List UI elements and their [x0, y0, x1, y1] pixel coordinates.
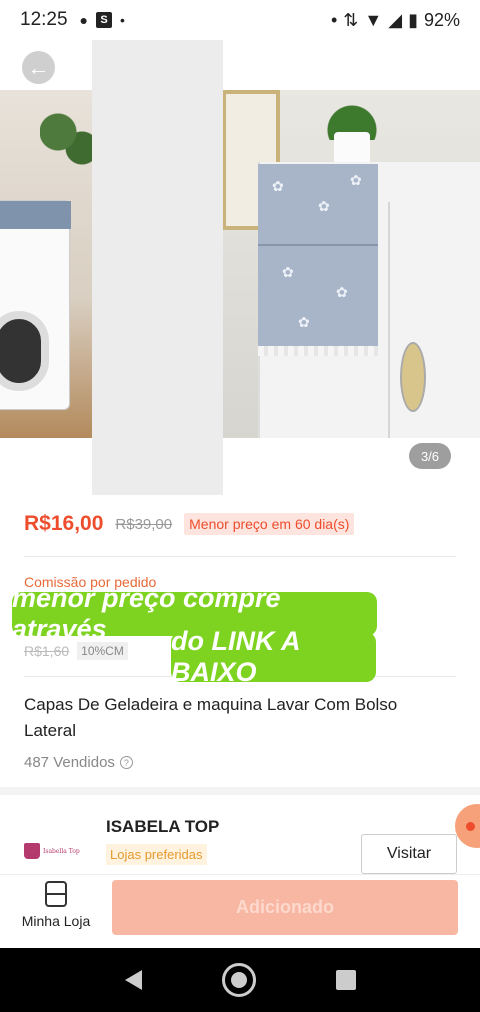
sold-count-row: 487 Vendidos ? — [24, 754, 133, 771]
commission-value: R$1,60 — [24, 643, 70, 659]
signal-icon: ◢ — [388, 9, 403, 30]
nav-recents-icon[interactable] — [335, 970, 356, 990]
system-nav-bar — [0, 948, 480, 1012]
current-price: R$16,00 — [24, 512, 104, 535]
flower-icon: ✿ — [298, 314, 310, 330]
battery-icon: ▮ — [408, 9, 418, 30]
notification-icons: ● S • — [80, 12, 125, 28]
original-price: R$39,00 — [115, 515, 173, 533]
store-icon — [45, 881, 67, 907]
wifi-icon: ▼ — [364, 9, 383, 30]
chat-bubble-icon: ● — [79, 12, 89, 28]
shop-name[interactable]: ISABELA TOP — [106, 817, 219, 837]
flower-icon: ✿ — [350, 172, 362, 188]
gift-bag-icon — [24, 843, 40, 859]
washer-image — [0, 200, 71, 410]
washer-cover — [0, 201, 71, 229]
image-page-indicator: 3/6 — [409, 443, 451, 469]
shopping-bag-icon: S — [96, 12, 113, 28]
visit-shop-button[interactable]: Visitar — [361, 834, 457, 874]
lowest-price-badge: Menor preço em 60 dia(s) — [184, 513, 355, 535]
product-title: Capas De Geladeira e maquina Lavar Com B… — [24, 695, 398, 740]
price-row: R$16,00 R$39,00 Menor preço em 60 dia(s) — [24, 512, 355, 536]
flower-icon: ✿ — [336, 284, 348, 300]
nav-back-icon[interactable] — [124, 970, 142, 990]
status-time: 12:25 — [20, 9, 68, 30]
data-arrows-icon: ⇅ — [343, 9, 359, 30]
back-button[interactable]: ← — [22, 51, 55, 84]
my-store-button[interactable]: Minha Loja — [18, 881, 94, 929]
image-left-scene — [0, 90, 100, 438]
dot-icon: • — [120, 12, 125, 28]
fridge-handle — [400, 342, 426, 412]
nav-home-icon[interactable] — [221, 963, 256, 997]
my-store-label: Minha Loja — [21, 913, 91, 929]
fridge-cover-cloth: ✿ ✿ ✿ ✿ ✿ ✿ — [258, 164, 378, 356]
shop-logo-text: Isabella Top — [43, 847, 80, 855]
floating-action-button[interactable] — [455, 804, 480, 848]
bottom-action-bar: Minha Loja Adicionado — [0, 874, 480, 948]
add-to-store-button[interactable]: Adicionado — [112, 880, 458, 935]
product-page: 12:25 ● S • • ⇅ ▼ ◢ ▮ 92% ✿ ✿ ✿ ✿ ✿ ✿ ← … — [0, 0, 480, 1012]
divider — [24, 556, 456, 557]
image-right-scene: ✿ ✿ ✿ ✿ ✿ ✿ — [222, 90, 480, 438]
shop-logo[interactable]: Isabella Top — [24, 832, 82, 870]
fridge-door-line — [388, 202, 390, 438]
flower-icon: ✿ — [318, 198, 330, 214]
status-bar: 12:25 ● S • • ⇅ ▼ ◢ ▮ 92% — [0, 0, 480, 40]
section-gap — [0, 787, 480, 795]
preferred-shop-badge: Lojas preferidas — [106, 844, 207, 865]
washer-door — [0, 311, 49, 391]
alarm-dot-icon: • — [330, 9, 338, 30]
record-dot-icon — [465, 821, 475, 831]
arrow-left-icon: ← — [27, 54, 50, 80]
redacted-block — [92, 33, 223, 495]
flower-icon: ✿ — [282, 264, 294, 280]
sold-count: 487 Vendidos — [24, 754, 115, 771]
battery-percent: 92% — [423, 9, 460, 30]
flower-icon: ✿ — [272, 178, 284, 194]
help-icon[interactable]: ? — [119, 756, 133, 769]
promo-overlay-line2: do LINK A BAIXO — [171, 626, 376, 687]
status-right: • ⇅ ▼ ◢ ▮ 92% — [331, 10, 460, 31]
plant-image — [40, 100, 100, 180]
product-image[interactable]: ✿ ✿ ✿ ✿ ✿ ✿ — [0, 90, 480, 438]
